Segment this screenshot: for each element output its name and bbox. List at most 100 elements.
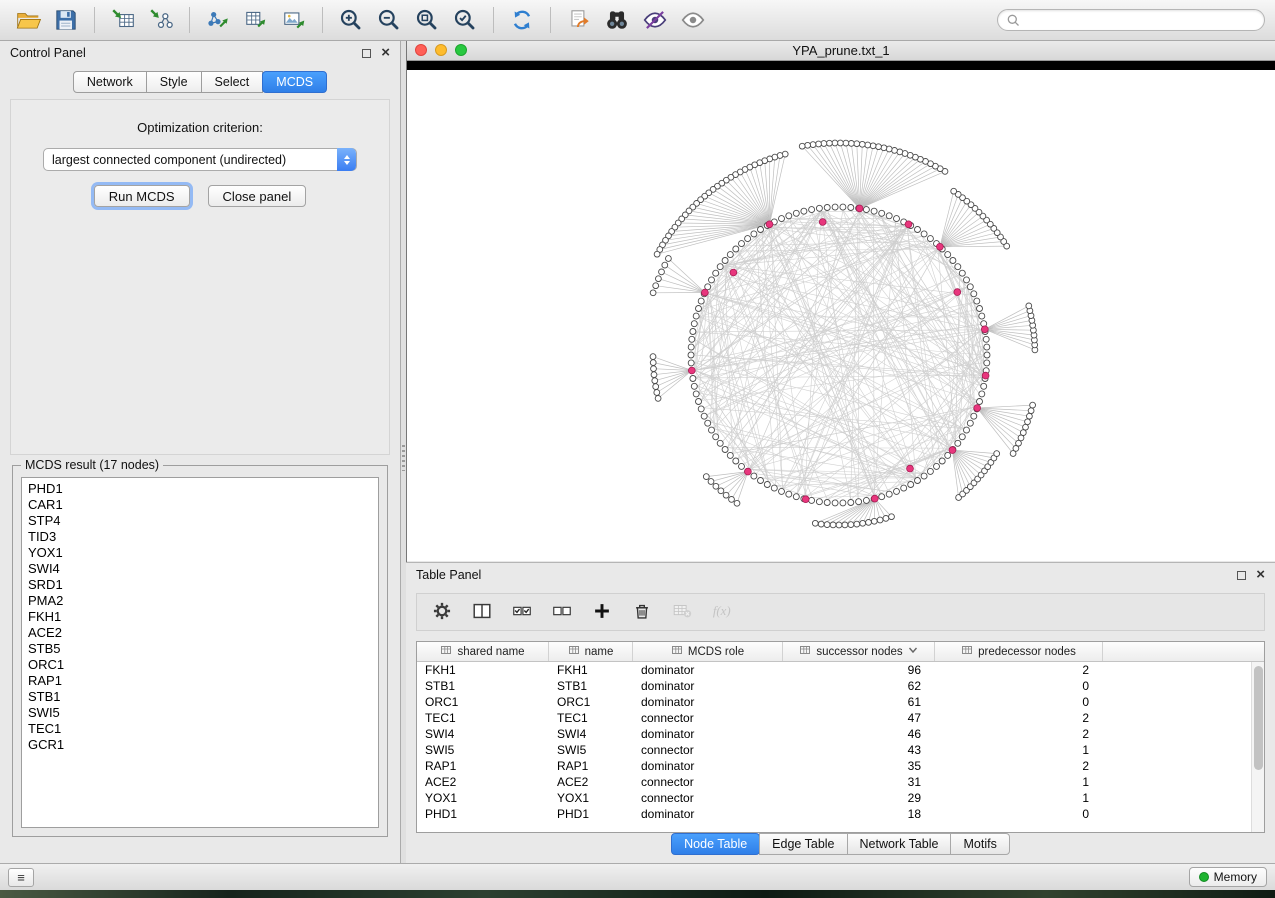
mcds-hub-node[interactable]: [730, 269, 737, 276]
table-row[interactable]: YOX1YOX1connector291: [417, 790, 1264, 806]
search-box[interactable]: [997, 9, 1265, 31]
mcds-hub-node[interactable]: [981, 326, 988, 333]
zoom-out-button[interactable]: [371, 3, 407, 37]
add-row-button[interactable]: [585, 596, 619, 628]
window-zoom-button[interactable]: [455, 44, 467, 56]
tab-network[interactable]: Network: [73, 71, 147, 93]
tab-mcds[interactable]: MCDS: [262, 71, 327, 93]
mcds-hub-node[interactable]: [702, 289, 709, 296]
table-row[interactable]: RAP1RAP1dominator352: [417, 758, 1264, 774]
column-header-successor-nodes[interactable]: successor nodes: [783, 642, 935, 661]
mcds-result-item[interactable]: YOX1: [22, 545, 378, 561]
network-titlebar[interactable]: YPA_prune.txt_1: [407, 41, 1275, 61]
hide-eye-button[interactable]: [637, 3, 673, 37]
tab-select[interactable]: Select: [201, 71, 264, 93]
column-header-predecessor-nodes[interactable]: predecessor nodes: [935, 642, 1103, 661]
zoom-in-button[interactable]: [333, 3, 369, 37]
zoom-selected-button[interactable]: [447, 3, 483, 37]
mcds-hub-node[interactable]: [871, 495, 878, 502]
show-eye-button[interactable]: [675, 3, 711, 37]
mcds-hub-node[interactable]: [905, 221, 912, 228]
mcds-result-item[interactable]: FKH1: [22, 609, 378, 625]
mcds-hub-node[interactable]: [937, 243, 944, 250]
export-image-button[interactable]: [276, 3, 312, 37]
mcds-hub-node[interactable]: [982, 372, 989, 379]
mcds-hub-node[interactable]: [688, 367, 695, 374]
column-header-mcds-role[interactable]: MCDS role: [633, 642, 783, 661]
mcds-result-item[interactable]: ORC1: [22, 657, 378, 673]
combo-stepper-icon[interactable]: [337, 148, 356, 171]
table-row[interactable]: STB1STB1dominator620: [417, 678, 1264, 694]
mcds-hub-node[interactable]: [907, 465, 914, 472]
delete-row-button[interactable]: [625, 596, 659, 628]
share-document-button[interactable]: [561, 3, 597, 37]
mcds-result-item[interactable]: CAR1: [22, 497, 378, 513]
tab-edge-table[interactable]: Edge Table: [759, 833, 847, 855]
table-row[interactable]: ORC1ORC1dominator610: [417, 694, 1264, 710]
search-input[interactable]: [1024, 13, 1256, 27]
network-graph[interactable]: [407, 70, 1275, 561]
column-header-name[interactable]: name: [549, 642, 633, 661]
mcds-hub-node[interactable]: [949, 447, 956, 454]
mcds-result-item[interactable]: PMA2: [22, 593, 378, 609]
column-header-shared-name[interactable]: shared name: [417, 642, 549, 661]
export-network-button[interactable]: [200, 3, 236, 37]
tab-style[interactable]: Style: [146, 71, 202, 93]
tab-node-table[interactable]: Node Table: [671, 833, 760, 855]
window-close-button[interactable]: [415, 44, 427, 56]
import-network-button[interactable]: [143, 3, 179, 37]
mcds-result-item[interactable]: STB1: [22, 689, 378, 705]
gear-button[interactable]: [425, 596, 459, 628]
optimization-criterion-select[interactable]: largest connected component (undirected): [43, 148, 357, 171]
open-file-button[interactable]: [10, 3, 46, 37]
table-row[interactable]: SWI4SWI4dominator462: [417, 726, 1264, 742]
table-row[interactable]: TEC1TEC1connector472: [417, 710, 1264, 726]
binoculars-button[interactable]: [599, 3, 635, 37]
tab-network-table[interactable]: Network Table: [847, 833, 952, 855]
scrollbar-thumb[interactable]: [1254, 666, 1263, 770]
mcds-result-list[interactable]: PHD1CAR1STP4TID3YOX1SWI4SRD1PMA2FKH1ACE2…: [21, 477, 379, 828]
zoom-fit-button[interactable]: [409, 3, 445, 37]
memory-button[interactable]: Memory: [1189, 867, 1267, 887]
tab-motifs[interactable]: Motifs: [950, 833, 1009, 855]
mcds-result-item[interactable]: TID3: [22, 529, 378, 545]
column-menu-icon[interactable]: [908, 645, 918, 658]
save-button[interactable]: [48, 3, 84, 37]
mcds-result-item[interactable]: SRD1: [22, 577, 378, 593]
mcds-result-item[interactable]: STB5: [22, 641, 378, 657]
mcds-hub-node[interactable]: [802, 496, 809, 503]
show-panels-button[interactable]: ≡: [8, 868, 34, 887]
deselect-all-button[interactable]: [545, 596, 579, 628]
table-row[interactable]: SWI5SWI5connector431: [417, 742, 1264, 758]
window-minimize-button[interactable]: [435, 44, 447, 56]
mcds-hub-node[interactable]: [745, 468, 752, 475]
mcds-result-item[interactable]: SWI4: [22, 561, 378, 577]
import-table-button[interactable]: [105, 3, 141, 37]
close-icon[interactable]: ×: [1256, 570, 1265, 580]
close-panel-button[interactable]: Close panel: [208, 185, 307, 207]
table-row[interactable]: ACE2ACE2connector311: [417, 774, 1264, 790]
mcds-hub-node[interactable]: [974, 405, 981, 412]
mcds-result-item[interactable]: TEC1: [22, 721, 378, 737]
mcds-hub-node[interactable]: [819, 219, 826, 226]
float-icon[interactable]: [362, 49, 371, 58]
table-row[interactable]: PHD1PHD1dominator180: [417, 806, 1264, 822]
table-scrollbar[interactable]: [1251, 662, 1264, 832]
split-view-button[interactable]: [465, 596, 499, 628]
mcds-result-item[interactable]: STP4: [22, 513, 378, 529]
mcds-result-item[interactable]: GCR1: [22, 737, 378, 753]
mcds-hub-node[interactable]: [766, 221, 773, 228]
mcds-hub-node[interactable]: [856, 205, 863, 212]
mcds-result-item[interactable]: ACE2: [22, 625, 378, 641]
mcds-result-item[interactable]: SWI5: [22, 705, 378, 721]
mcds-result-item[interactable]: RAP1: [22, 673, 378, 689]
network-canvas[interactable]: [407, 70, 1275, 561]
export-table-button[interactable]: [238, 3, 274, 37]
table-row[interactable]: FKH1FKH1dominator962: [417, 662, 1264, 678]
run-mcds-button[interactable]: Run MCDS: [94, 185, 190, 207]
close-icon[interactable]: ×: [381, 48, 390, 58]
float-icon[interactable]: [1237, 571, 1246, 580]
refresh-button[interactable]: [504, 3, 540, 37]
select-all-button[interactable]: [505, 596, 539, 628]
mcds-result-item[interactable]: PHD1: [22, 481, 378, 497]
